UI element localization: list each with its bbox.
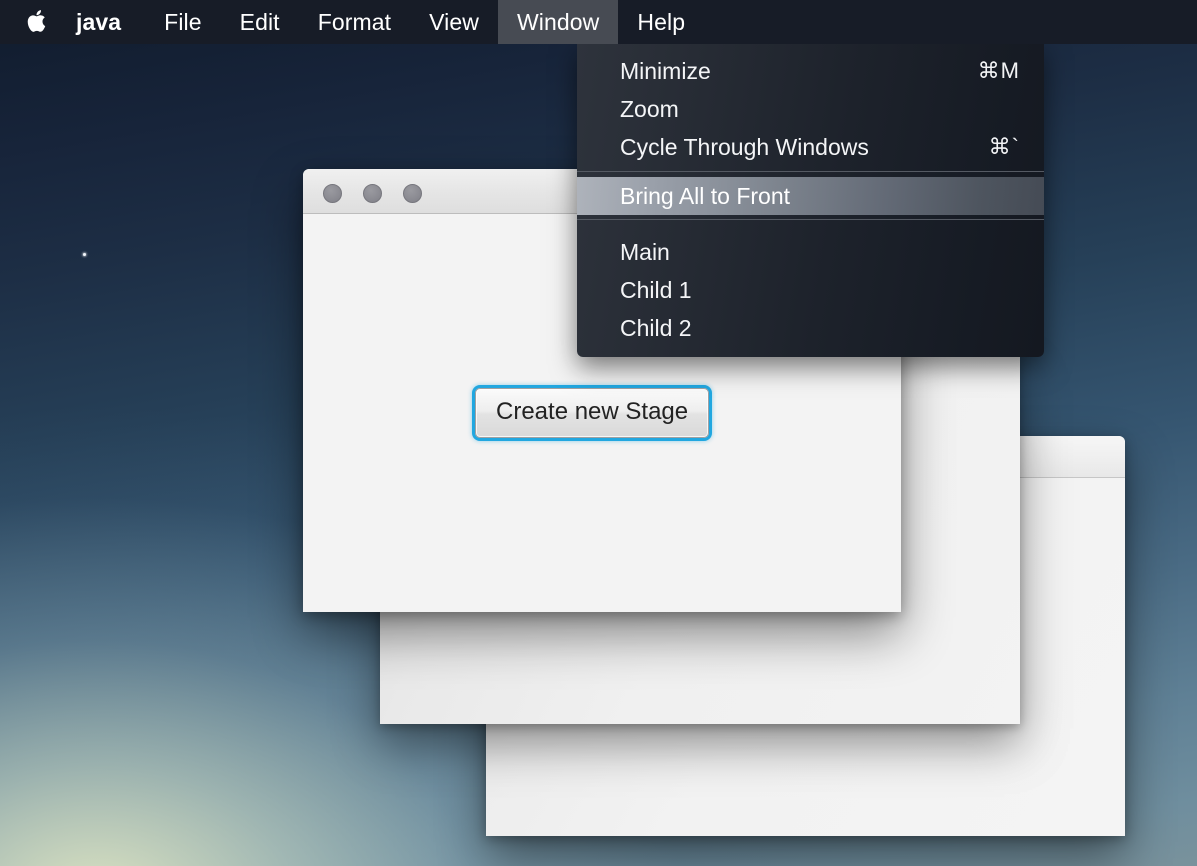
menu-item-window-main-label: Main [620, 238, 670, 265]
traffic-lights [323, 184, 422, 203]
menu-bar-item-java[interactable]: java [70, 0, 145, 44]
menu-item-window-child-1[interactable]: Child 1 [577, 271, 1044, 309]
desktop-screen: Create new Stage Minimize ⌘M Zoom Cycle … [0, 0, 1197, 866]
zoom-button-icon[interactable] [403, 184, 422, 203]
menu-item-cycle-through-windows[interactable]: Cycle Through Windows ⌘` [577, 128, 1044, 166]
menu-bar-item-view[interactable]: View [410, 0, 498, 44]
menu-bar-item-help[interactable]: Help [618, 0, 704, 44]
create-new-stage-button-wrapper: Create new Stage [475, 388, 710, 438]
menu-item-bring-all-to-front[interactable]: Bring All to Front [577, 177, 1044, 215]
menu-item-window-child-2-label: Child 2 [620, 314, 692, 341]
menu-item-window-child-1-label: Child 1 [620, 276, 692, 303]
menu-separator-1 [577, 171, 1044, 172]
menu-item-zoom[interactable]: Zoom [577, 90, 1044, 128]
menu-item-minimize-shortcut: ⌘M [977, 58, 1020, 83]
window-menu-dropdown[interactable]: Minimize ⌘M Zoom Cycle Through Windows ⌘… [577, 44, 1044, 357]
apple-logo-icon [27, 10, 46, 32]
menu-item-minimize-label: Minimize [620, 57, 711, 84]
menu-item-window-main[interactable]: Main [577, 233, 1044, 271]
minimize-button-icon[interactable] [363, 184, 382, 203]
menu-bar-item-format[interactable]: Format [299, 0, 410, 44]
menu-item-cycle-through-windows-shortcut: ⌘` [988, 134, 1020, 159]
apple-menu[interactable] [0, 0, 70, 43]
menu-top-padding [577, 44, 1044, 52]
menu-item-cycle-through-windows-label: Cycle Through Windows [620, 133, 869, 160]
menu-item-window-child-2[interactable]: Child 2 [577, 309, 1044, 347]
menu-item-minimize[interactable]: Minimize ⌘M [577, 52, 1044, 90]
create-new-stage-button[interactable]: Create new Stage [475, 388, 710, 438]
menu-mid-padding [577, 225, 1044, 233]
menu-separator-2 [577, 219, 1044, 220]
menu-item-bring-all-to-front-label: Bring All to Front [620, 182, 791, 209]
menu-bar-item-window[interactable]: Window [497, 0, 619, 44]
menu-bar-item-edit[interactable]: Edit [221, 0, 299, 44]
menu-bar[interactable]: java File Edit Format View Window Help [0, 0, 1197, 44]
close-button-icon[interactable] [323, 184, 342, 203]
menu-item-zoom-label: Zoom [620, 95, 679, 122]
menu-bar-item-file[interactable]: File [145, 0, 220, 44]
wallpaper-star-dot [83, 253, 86, 256]
